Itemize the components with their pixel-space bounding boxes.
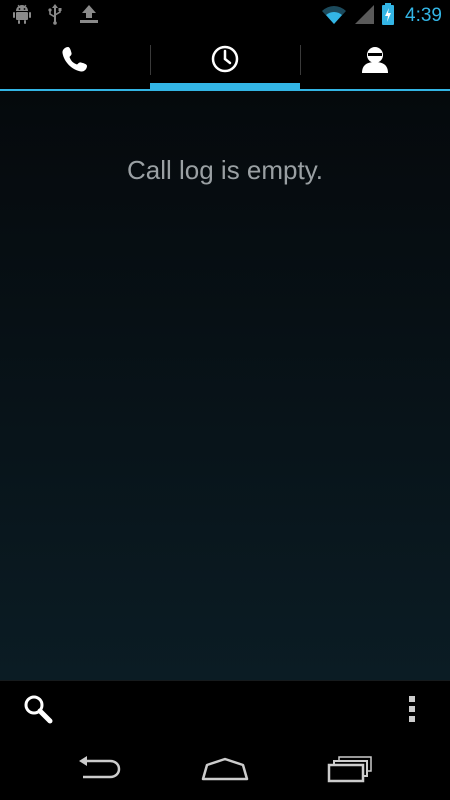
signal-icon	[353, 3, 375, 29]
back-icon	[77, 755, 123, 787]
clock-icon	[210, 44, 240, 78]
tab-bar	[0, 33, 450, 91]
call-log-content: Call log is empty.	[0, 91, 450, 680]
bottom-action-bar	[0, 680, 450, 741]
overflow-menu-icon	[407, 695, 417, 727]
phone-icon	[60, 44, 90, 78]
recent-apps-icon	[327, 755, 373, 787]
status-bar: 4:39	[0, 0, 450, 33]
empty-call-log-message: Call log is empty.	[126, 155, 324, 185]
home-button[interactable]	[180, 750, 270, 792]
upload-icon	[78, 3, 100, 29]
navigation-bar	[0, 740, 450, 800]
search-button[interactable]	[16, 689, 60, 733]
selected-tab-indicator	[150, 83, 300, 91]
battery-charging-icon	[381, 2, 395, 30]
android-icon	[12, 3, 32, 29]
back-button[interactable]	[55, 750, 145, 792]
tab-phone[interactable]	[0, 33, 150, 89]
search-icon	[22, 693, 54, 729]
person-icon	[360, 44, 390, 78]
status-clock: 4:39	[405, 5, 442, 26]
overflow-menu-button[interactable]	[390, 689, 434, 733]
tab-contacts[interactable]	[300, 33, 450, 89]
recent-apps-button[interactable]	[305, 750, 395, 792]
usb-icon	[46, 3, 64, 29]
tab-call-log[interactable]	[150, 33, 300, 89]
wifi-icon	[321, 3, 347, 29]
home-icon	[201, 755, 249, 787]
system-status-icons: 4:39	[321, 2, 442, 30]
notification-icons	[12, 3, 100, 29]
